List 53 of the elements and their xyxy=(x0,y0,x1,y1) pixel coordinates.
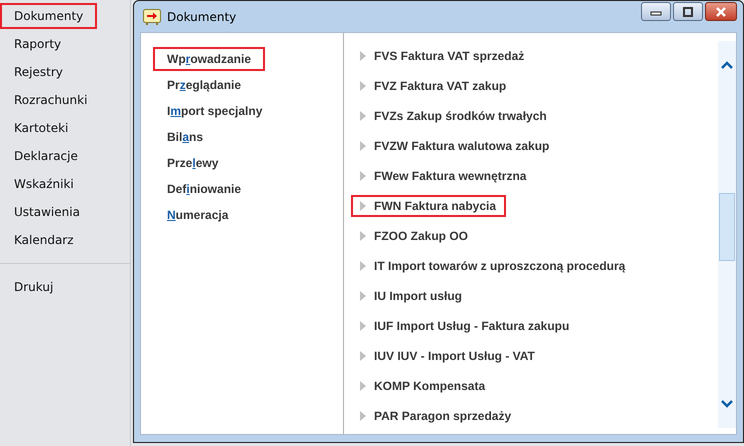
document-type-item[interactable]: IUV IUV - Import Usług - VAT xyxy=(351,345,545,367)
maximize-button[interactable] xyxy=(673,2,703,21)
expand-arrow-icon xyxy=(360,81,366,91)
sidebar-item[interactable]: Deklaracje xyxy=(0,143,92,169)
expand-arrow-icon xyxy=(360,351,366,361)
expand-arrow-icon xyxy=(360,51,366,61)
expand-arrow-icon xyxy=(360,201,366,211)
sidebar-item[interactable]: Drukuj xyxy=(0,274,68,300)
minimize-button[interactable] xyxy=(641,2,671,21)
document-type-item[interactable]: FVZ Faktura VAT zakup xyxy=(351,75,516,97)
document-type-item[interactable]: FZOO Zakup OO xyxy=(351,225,478,247)
sidebar-item[interactable]: Rozrachunki xyxy=(0,87,102,113)
scrollbar[interactable] xyxy=(718,41,736,428)
document-type-item[interactable]: KOMP Kompensata xyxy=(351,375,496,397)
close-button[interactable] xyxy=(705,2,737,21)
document-type-item[interactable]: FVZW Faktura walutowa zakup xyxy=(351,135,560,157)
sidebar-item[interactable]: Ustawienia xyxy=(0,199,94,225)
document-type-item[interactable]: IT Import towarów z uproszczoną procedurą xyxy=(351,255,636,277)
sidebar-item[interactable]: Raporty xyxy=(0,31,76,57)
document-type-item[interactable]: FWN Faktura nabycia xyxy=(351,195,506,217)
window-title: Dokumenty xyxy=(167,10,236,24)
menu-item[interactable]: Numeracja xyxy=(153,203,242,227)
menu-item[interactable]: Przeglądanie xyxy=(153,73,256,97)
scroll-up-icon[interactable] xyxy=(721,61,733,69)
document-type-item[interactable]: IU Import usług xyxy=(351,285,472,307)
maximize-icon xyxy=(682,6,694,16)
expand-arrow-icon xyxy=(360,141,366,151)
expand-arrow-icon xyxy=(360,291,366,301)
expand-arrow-icon xyxy=(360,111,366,121)
document-type-item[interactable]: IUF Import Usług - Faktura zakupu xyxy=(351,315,580,337)
sidebar-item[interactable]: Kalendarz xyxy=(0,227,88,253)
menu-item[interactable]: Definiowanie xyxy=(153,177,256,201)
sidebar-item[interactable]: Dokumenty xyxy=(0,3,98,29)
expand-arrow-icon xyxy=(360,261,366,271)
document-type-item[interactable]: FWew Faktura wewnętrzna xyxy=(351,165,536,187)
scrollbar-thumb[interactable] xyxy=(719,193,735,261)
document-type-item[interactable]: FVS Faktura VAT sprzedaż xyxy=(351,45,534,67)
sidebar-item[interactable]: Rejestry xyxy=(0,59,77,85)
expand-arrow-icon xyxy=(360,381,366,391)
menu-item[interactable]: Wprowadzanie xyxy=(153,47,266,71)
menu-item[interactable]: Import specjalny xyxy=(153,99,276,123)
menu-item[interactable]: Bilans xyxy=(153,125,218,149)
expand-arrow-icon xyxy=(360,321,366,331)
sidebar-item[interactable]: Wskaźniki xyxy=(0,171,88,197)
document-type-item[interactable]: FVZs Zakup środków trwałych xyxy=(351,105,557,127)
document-type-item[interactable]: PAR Paragon sprzedaży xyxy=(351,405,522,427)
expand-arrow-icon xyxy=(360,171,366,181)
menu-item[interactable]: Przelewy xyxy=(153,151,232,175)
expand-arrow-icon xyxy=(360,411,366,421)
close-icon xyxy=(715,6,727,16)
scroll-down-icon[interactable] xyxy=(721,400,733,408)
expand-arrow-icon xyxy=(360,231,366,241)
sidebar-item[interactable]: Kartoteki xyxy=(0,115,82,141)
